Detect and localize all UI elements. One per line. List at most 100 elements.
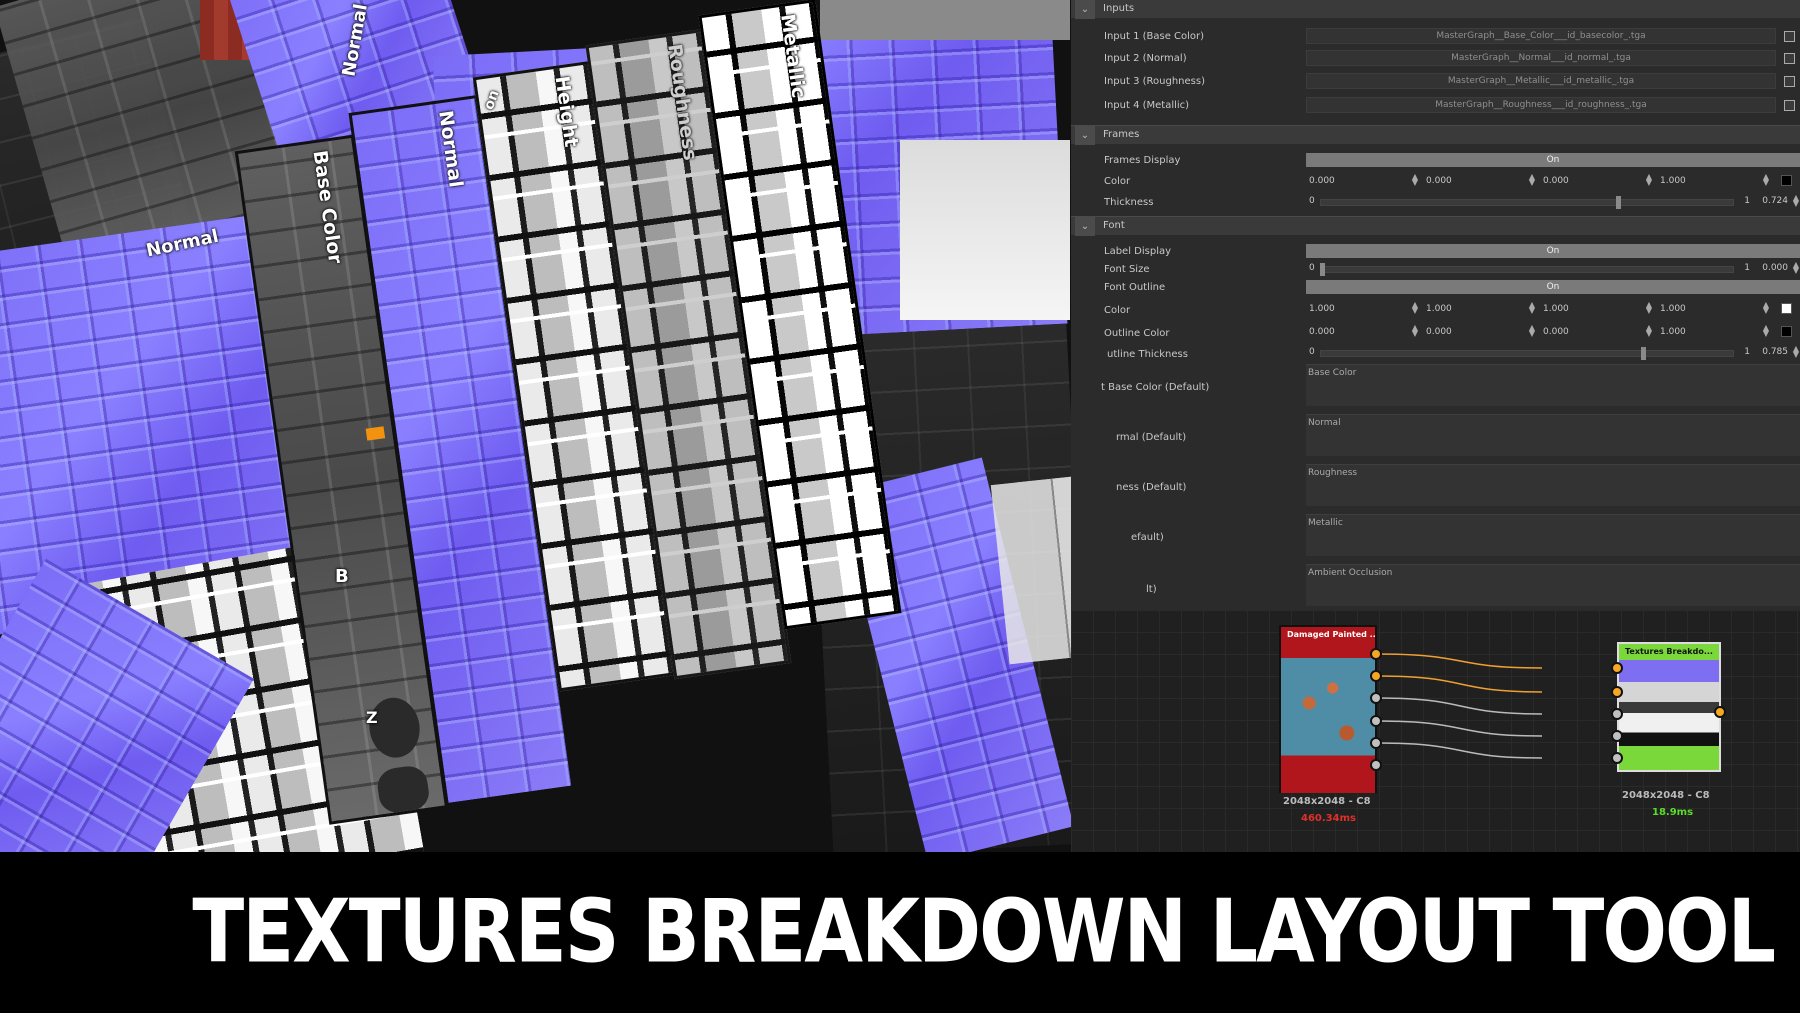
font-color-b[interactable]: 1.000 [1540, 301, 1638, 317]
normal-default-label: rmal (Default) [1116, 432, 1187, 443]
chevron-down-icon[interactable]: ⌄ [1075, 217, 1095, 236]
spinner-icon[interactable]: ▲ ▼ [1645, 301, 1653, 315]
outline-color-r[interactable]: 0.000 [1306, 324, 1404, 340]
input-3-label: Input 3 (Roughness) [1104, 76, 1205, 87]
spinner-icon[interactable]: ▲ ▼ [1645, 324, 1653, 338]
spinner-icon[interactable]: ▲ ▼ [1762, 173, 1770, 187]
font-color-r[interactable]: 1.000 [1306, 301, 1404, 317]
spinner-icon[interactable]: ▲ ▼ [1411, 301, 1419, 315]
outline-color-b[interactable]: 0.000 [1540, 324, 1638, 340]
input-1-field[interactable]: MasterGraph__Base_Color___id_basecolor_.… [1306, 28, 1776, 44]
frames-color-r[interactable]: 0.000 [1306, 173, 1404, 189]
spinner-icon[interactable]: ▲ ▼ [1411, 173, 1419, 187]
output-port[interactable] [1714, 706, 1726, 718]
breakdown-strip-group: Base Color Normal Height Roughness Metal… [225, 0, 986, 845]
font-section-header[interactable]: ⌄ Font [1071, 216, 1800, 236]
font-color-row: 1.000 ▲ ▼ 1.000 ▲ ▼ 1.000 ▲ ▼ 1.000 ▲ ▼ [1306, 301, 1800, 317]
outline-thickness-thumb[interactable] [1641, 347, 1647, 360]
connection-wire [1375, 675, 1543, 693]
file-browse-icon[interactable] [1784, 76, 1795, 87]
normal-label: Normal [434, 109, 467, 189]
connection-wire [1375, 720, 1543, 737]
output-port[interactable] [1370, 648, 1382, 660]
outline-thickness-track[interactable] [1320, 350, 1734, 357]
outline-color-a[interactable]: 1.000 [1657, 324, 1755, 340]
output-port[interactable] [1370, 737, 1382, 749]
font-size-value[interactable]: 0.000 [1762, 263, 1788, 273]
inputs-section-header[interactable]: ⌄ Inputs [1071, 0, 1800, 19]
output-port[interactable] [1370, 692, 1382, 704]
outline-color-row: 0.000 ▲ ▼ 0.000 ▲ ▼ 0.000 ▲ ▼ 1.000 ▲ ▼ [1306, 324, 1800, 340]
outline-color-swatch[interactable] [1781, 326, 1792, 337]
thickness-slider[interactable]: 0 1 0.724 ▲ ▼ [1306, 194, 1800, 210]
label-display-toggle[interactable]: On [1306, 244, 1800, 258]
output-port[interactable] [1370, 759, 1382, 771]
spinner-icon[interactable]: ▲ ▼ [1645, 173, 1653, 187]
spinner-icon[interactable]: ▲ ▼ [1528, 173, 1536, 187]
file-browse-icon[interactable] [1784, 53, 1795, 64]
spinner-icon[interactable]: ▲ ▼ [1762, 301, 1770, 315]
input-port[interactable] [1611, 686, 1623, 698]
damaged-painted-node[interactable]: Damaged Painted ... [1279, 625, 1377, 793]
outline-thickness-value[interactable]: 0.785 [1762, 347, 1788, 357]
frames-color-swatch[interactable] [1781, 175, 1792, 186]
frames-display-toggle[interactable]: On [1306, 153, 1800, 167]
spinner-icon[interactable]: ▲ ▼ [1528, 324, 1536, 338]
font-color-a[interactable]: 1.000 [1657, 301, 1755, 317]
node-time: 18.9ms [1652, 807, 1694, 818]
file-browse-icon[interactable] [1784, 100, 1795, 111]
thickness-min: 0 [1309, 196, 1315, 206]
font-color-g[interactable]: 1.000 [1423, 301, 1521, 317]
frames-section-header[interactable]: ⌄ Frames [1071, 125, 1800, 145]
chevron-down-icon[interactable]: ⌄ [1075, 0, 1095, 19]
font-size-thumb[interactable] [1320, 263, 1325, 276]
input-4-field[interactable]: MasterGraph__Roughness___id_roughness_.t… [1306, 97, 1776, 113]
textures-breakdown-node[interactable]: Textures Breakdo... [1617, 642, 1721, 772]
ao-label-text[interactable]: Ambient Occlusion [1306, 564, 1800, 606]
file-browse-icon[interactable] [1784, 31, 1795, 42]
outline-thickness-label: utline Thickness [1107, 349, 1188, 360]
input-2-field[interactable]: MasterGraph__Normal___id_normal_.tga [1306, 50, 1776, 66]
spinner-icon[interactable]: ▲ ▼ [1792, 345, 1800, 359]
spinner-icon[interactable]: ▲ ▼ [1411, 324, 1419, 338]
input-port[interactable] [1611, 662, 1623, 674]
font-outline-toggle[interactable]: On [1306, 280, 1800, 294]
output-port[interactable] [1370, 715, 1382, 727]
font-size-track[interactable] [1320, 266, 1734, 273]
font-color-swatch[interactable] [1781, 303, 1792, 314]
metallic-label: Metallic [776, 12, 810, 100]
base-color-label-text[interactable]: Base Color [1306, 364, 1800, 406]
input-port[interactable] [1611, 752, 1623, 764]
metallic-label-text[interactable]: Metallic [1306, 514, 1800, 556]
node-title: Damaged Painted ... [1281, 627, 1375, 643]
font-size-max: 1 [1744, 263, 1750, 273]
input-3-field[interactable]: MasterGraph__Metallic___id_metallic_.tga [1306, 73, 1776, 89]
spinner-icon[interactable]: ▲ ▼ [1792, 261, 1800, 275]
frames-color-g[interactable]: 0.000 [1423, 173, 1521, 189]
frames-color-b[interactable]: 0.000 [1540, 173, 1638, 189]
normal-label-left: Normal [144, 225, 221, 262]
outline-thickness-min: 0 [1309, 347, 1315, 357]
normal-label-text[interactable]: Normal [1306, 414, 1800, 456]
frames-color-label: Color [1104, 176, 1131, 187]
font-color-label: Color [1104, 305, 1131, 316]
b-partial-label: B [335, 566, 349, 587]
outline-thickness-slider[interactable]: 0 1 0.785 ▲ ▼ [1306, 345, 1800, 361]
roughness-label-text[interactable]: Roughness [1306, 464, 1800, 506]
node-graph[interactable]: Damaged Painted ... 2048x2048 - C8 460.3… [1071, 610, 1800, 852]
title-banner: TEXTURES BREAKDOWN LAYOUT TOOL [0, 852, 1800, 1013]
frames-color-a[interactable]: 1.000 [1657, 173, 1755, 189]
spinner-icon[interactable]: ▲ ▼ [1792, 194, 1800, 208]
outline-color-g[interactable]: 0.000 [1423, 324, 1521, 340]
font-size-slider[interactable]: 0 1 0.000 ▲ ▼ [1306, 261, 1800, 277]
spinner-icon[interactable]: ▲ ▼ [1762, 324, 1770, 338]
thickness-value[interactable]: 0.724 [1762, 196, 1788, 206]
chevron-down-icon[interactable]: ⌄ [1075, 126, 1095, 145]
output-port[interactable] [1370, 670, 1382, 682]
input-port[interactable] [1611, 730, 1623, 742]
thickness-track[interactable] [1320, 199, 1734, 206]
input-port[interactable] [1611, 708, 1623, 720]
spinner-icon[interactable]: ▲ ▼ [1528, 301, 1536, 315]
thickness-thumb[interactable] [1616, 196, 1622, 209]
connection-wire [1375, 697, 1543, 715]
